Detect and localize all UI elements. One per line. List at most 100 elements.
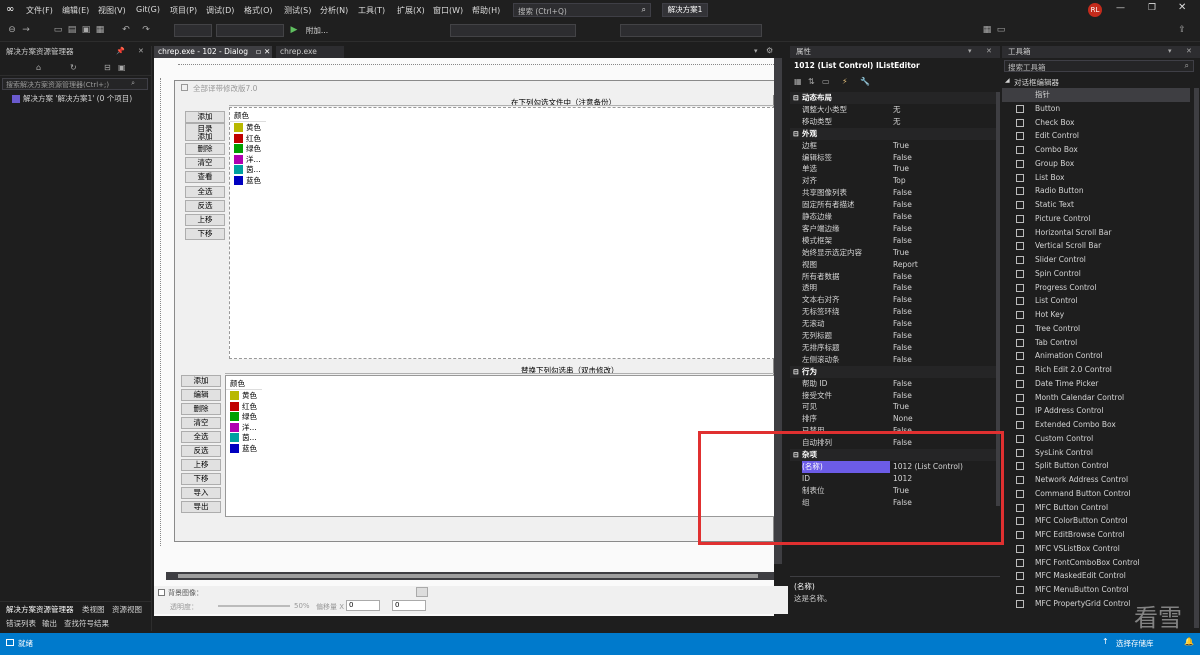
toolbox-item[interactable]: Spin Control xyxy=(1002,267,1190,281)
minimize-button[interactable]: — xyxy=(1116,3,1130,13)
list-item[interactable]: 茵... xyxy=(230,432,257,443)
layout-icon[interactable]: ▦ xyxy=(982,24,992,37)
toolbox-item[interactable]: MFC ColorButton Control xyxy=(1002,514,1190,528)
collapse-icon[interactable]: ⊟ xyxy=(104,63,111,72)
start-debug-icon[interactable]: ▶ xyxy=(290,24,298,37)
toolbox-item[interactable]: Date Time Picker xyxy=(1002,377,1190,391)
close-icon[interactable]: ✕ xyxy=(138,47,144,55)
property-value[interactable]: 无 xyxy=(893,116,901,128)
property-row[interactable]: 文本右对齐 False xyxy=(790,294,1000,306)
open-icon[interactable]: ▤ xyxy=(66,24,78,37)
toolbox-item[interactable]: MFC FontComboBox Control xyxy=(1002,556,1190,570)
list-item[interactable]: 洋... xyxy=(234,154,261,165)
property-row[interactable]: 固定所有者描述 False xyxy=(790,199,1000,211)
toolbox-item[interactable]: Progress Control xyxy=(1002,281,1190,295)
string-list[interactable]: 颜色 黄色 红色 绿色 洋... 茵... 蓝色 xyxy=(225,375,775,517)
property-row[interactable]: 共享图像列表 False xyxy=(790,187,1000,199)
dialog-button[interactable]: 清空 xyxy=(181,417,221,429)
tab-resource-view[interactable]: 资源视图 xyxy=(112,604,142,615)
undo-icon[interactable]: ↶ xyxy=(120,24,132,37)
notification-icon[interactable]: 🔔 xyxy=(1184,637,1194,646)
alphabetical-icon[interactable]: ⇅ xyxy=(808,77,815,86)
configuration-combo[interactable] xyxy=(174,24,212,37)
toolbox-item[interactable]: Hot Key xyxy=(1002,308,1190,322)
property-value[interactable]: False xyxy=(893,354,912,366)
property-value[interactable]: False xyxy=(893,199,912,211)
attach-button[interactable]: 附加... xyxy=(300,24,334,37)
toolbox-item[interactable]: Tab Control xyxy=(1002,336,1190,350)
dialog-button[interactable]: 导入 xyxy=(181,487,221,499)
toolbox-item[interactable]: Network Address Control xyxy=(1002,473,1190,487)
list-item[interactable]: 红色 xyxy=(230,401,257,412)
dialog-button[interactable]: 全选 xyxy=(185,186,225,198)
platform-combo[interactable] xyxy=(216,24,284,37)
property-row[interactable]: 左侧滚动条 False xyxy=(790,354,1000,366)
search-box[interactable]: 搜索 (Ctrl+Q) ⌕ xyxy=(513,3,651,17)
menu-item[interactable]: 窗口(W) xyxy=(433,5,463,16)
dialog-button[interactable]: 查看 xyxy=(185,171,225,183)
property-row[interactable]: 所有者数据 False xyxy=(790,271,1000,283)
toolbox-item[interactable]: Static Text xyxy=(1002,198,1190,212)
menu-item[interactable]: 扩展(X) xyxy=(397,5,425,16)
toolbox-item[interactable]: Extended Combo Box xyxy=(1002,418,1190,432)
redo-icon[interactable]: ↷ xyxy=(140,24,152,37)
pin-icon[interactable]: ▾ xyxy=(1168,47,1172,55)
property-pages-icon[interactable]: 🔧 xyxy=(860,77,870,86)
list-item[interactable]: 茵... xyxy=(234,164,261,175)
toolbox-item[interactable]: Picture Control xyxy=(1002,212,1190,226)
menu-item[interactable]: 帮助(H) xyxy=(472,5,500,16)
guide-icon[interactable]: ▭ xyxy=(996,24,1006,37)
show-all-icon[interactable]: ▣ xyxy=(118,63,126,72)
toolbox-item[interactable]: Slider Control xyxy=(1002,253,1190,267)
pin-icon[interactable]: ▾ xyxy=(968,47,972,55)
dialog-button[interactable]: 全选 xyxy=(181,431,221,443)
toolbox-item[interactable]: Animation Control xyxy=(1002,349,1190,363)
menu-item[interactable]: 文件(F) xyxy=(26,5,53,16)
property-row[interactable]: 无标签环绕 False xyxy=(790,306,1000,318)
property-row[interactable]: 无排序标题 False xyxy=(790,342,1000,354)
property-row[interactable]: 无滚动 False xyxy=(790,318,1000,330)
tab-find-symbol[interactable]: 查找符号结果 xyxy=(64,618,109,629)
events-icon[interactable]: ⚡ xyxy=(842,77,848,86)
property-value[interactable]: False xyxy=(893,187,912,199)
dialog-button[interactable]: 清空 xyxy=(185,157,225,169)
toolbox-item[interactable]: List Control xyxy=(1002,294,1190,308)
toolbox-item[interactable]: Edit Control xyxy=(1002,129,1190,143)
toolbox-item[interactable]: Combo Box xyxy=(1002,143,1190,157)
list-item[interactable]: 黄色 xyxy=(234,122,261,133)
property-value[interactable]: False xyxy=(893,330,912,342)
avatar[interactable]: RL xyxy=(1088,3,1102,17)
toolbox-item[interactable]: Group Box xyxy=(1002,157,1190,171)
dialog-button[interactable]: 目录 添加 xyxy=(185,123,225,141)
property-row[interactable]: 边框 True xyxy=(790,140,1000,152)
property-category[interactable]: ⊟ 外观 xyxy=(790,127,1000,140)
property-value[interactable]: False xyxy=(893,152,912,164)
tab-solution-explorer[interactable]: 解决方案资源管理器 xyxy=(6,604,74,615)
collapse-icon[interactable]: ⊟ xyxy=(793,92,799,104)
dialog-button[interactable]: 删除 xyxy=(181,403,221,415)
list-item[interactable]: 黄色 xyxy=(230,390,257,401)
menu-item[interactable]: 格式(O) xyxy=(244,5,273,16)
toolbox-item[interactable]: Vertical Scroll Bar xyxy=(1002,239,1190,253)
settings-icon[interactable]: ⚙ xyxy=(766,46,773,55)
property-value[interactable]: False xyxy=(893,306,912,318)
new-project-icon[interactable]: ▭ xyxy=(52,24,64,37)
bg-image-checkbox[interactable] xyxy=(158,589,165,596)
property-row[interactable]: 调整大小类型 无 xyxy=(790,104,1000,116)
property-value[interactable]: True xyxy=(893,401,909,413)
list-item[interactable]: 绿色 xyxy=(234,143,261,154)
opacity-slider[interactable] xyxy=(218,605,290,607)
toolbox-item[interactable]: IP Address Control xyxy=(1002,404,1190,418)
property-row[interactable]: 可见 True xyxy=(790,401,1000,413)
toolbox-item[interactable]: Horizontal Scroll Bar xyxy=(1002,226,1190,240)
tab-class-view[interactable]: 类视图 xyxy=(82,604,105,615)
close-icon[interactable]: ✕ xyxy=(264,46,270,58)
tab-dialog-editor[interactable]: chrep.exe - 102 - Dialog ▫ ✕ xyxy=(154,46,272,58)
property-row[interactable]: 编辑标签 False xyxy=(790,152,1000,164)
collapse-icon[interactable]: ⊟ xyxy=(793,128,799,140)
toolbox-item[interactable]: MFC EditBrowse Control xyxy=(1002,528,1190,542)
toolbox-item[interactable]: MFC MenuButton Control xyxy=(1002,583,1190,597)
property-value[interactable]: False xyxy=(893,390,912,402)
toolbox-item[interactable]: List Box xyxy=(1002,171,1190,185)
tab-overflow-icon[interactable]: ▾ xyxy=(754,47,758,55)
